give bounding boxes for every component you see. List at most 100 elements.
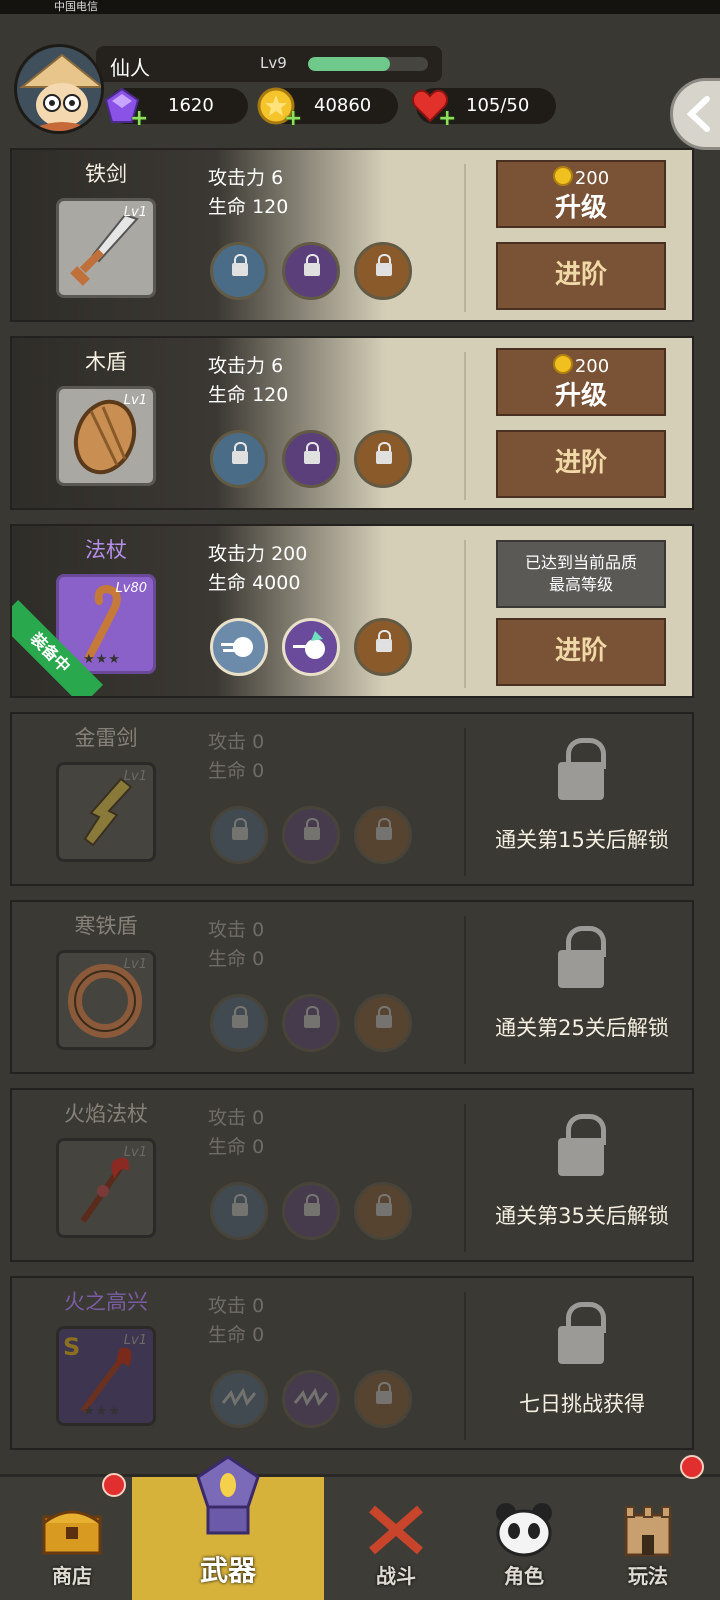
weapon-card-iron-sword[interactable]: 铁剑 Lv1 攻击力 6 生命 120 200 升级 进阶 (10, 148, 694, 322)
skill-slot-3[interactable] (354, 242, 412, 300)
divider (464, 1292, 466, 1440)
player-name: 仙人 (110, 56, 150, 80)
lock-icon (376, 442, 392, 469)
lock-icon (376, 1006, 392, 1033)
hp-label: 生命 (208, 196, 247, 218)
skill-slot-2[interactable] (282, 430, 340, 488)
nav-weapon-label: 武器 (199, 1554, 256, 1587)
hp-label: 生命 (208, 948, 247, 970)
skill-slot-1[interactable] (210, 430, 268, 488)
side-drawer-tab[interactable] (670, 78, 720, 150)
max-level-notice: 已达到当前品质 最高等级 (496, 540, 666, 608)
lock-icon (376, 254, 392, 281)
weapon-level: Lv1 (123, 769, 147, 784)
weapon-level: Lv1 (123, 957, 147, 972)
gems-value: 1620 (168, 95, 214, 116)
weapon-card-iron-ring-shield[interactable]: 寒铁盾 Lv1 攻击 0 生命 0 通关第25关后解锁 (10, 900, 694, 1074)
weapon-icon-box[interactable]: Lv1 (56, 950, 156, 1050)
skill-slot-2 (282, 994, 340, 1052)
lock-icon (376, 1194, 392, 1221)
skill-slot-3[interactable] (354, 430, 412, 488)
upgrade-label: 升级 (554, 381, 607, 411)
skill-slot-2 (282, 806, 340, 864)
weapon-icon-box[interactable]: Lv1 (56, 386, 156, 486)
nav-weapon[interactable]: 武器 (132, 1455, 324, 1600)
skill-slot-2[interactable] (282, 618, 340, 676)
skill-slot-1[interactable] (210, 242, 268, 300)
skill-slots (208, 806, 418, 870)
castle-tower-icon (624, 1506, 672, 1557)
weapon-icon-box[interactable]: Lv1 (56, 198, 156, 298)
weapon-card-fire-staff[interactable]: 火焰法杖 Lv1 攻击 0 生命 0 通关第35关后解锁 (10, 1088, 694, 1262)
coins-plus-icon: + (284, 106, 303, 131)
skill-slot-3[interactable] (354, 618, 412, 676)
player-name-bar: 仙人 Lv9 (96, 46, 442, 82)
weapon-name: 木盾 (85, 350, 127, 374)
skill-slot-2[interactable] (282, 242, 340, 300)
status-bar: 中国电信 (0, 0, 720, 14)
weapon-icon-box[interactable]: Lv1 (56, 1138, 156, 1238)
weapon-level: Lv1 (123, 1145, 147, 1160)
play-notification-dot (680, 1455, 704, 1479)
advance-button[interactable]: 进阶 (496, 618, 666, 686)
advance-button[interactable]: 进阶 (496, 242, 666, 310)
advance-button[interactable]: 进阶 (496, 430, 666, 498)
skill-slot-3 (354, 806, 412, 864)
atk-label: 攻击 (208, 919, 247, 941)
skill-slot-3 (354, 1370, 412, 1428)
upgrade-button[interactable]: 200 升级 (496, 160, 666, 228)
padlock-icon (558, 926, 606, 994)
lock-icon (376, 818, 392, 845)
chevron-left-icon (686, 96, 710, 132)
avatar-icon (17, 47, 101, 131)
xp-bar (308, 57, 428, 71)
gems-counter[interactable]: + 1620 (104, 87, 248, 130)
skill-slot-2 (282, 1182, 340, 1240)
stamina-plus-icon: + (438, 106, 457, 131)
nav-role[interactable]: 角色 (452, 1477, 596, 1600)
weapon-stats: 攻击 0 生命 0 (208, 1292, 264, 1350)
atk-value: 6 (271, 167, 284, 189)
lock-icon (232, 254, 248, 281)
shop-notification-dot (102, 1473, 126, 1497)
lock-icon (304, 1194, 320, 1221)
lightning-skill-icon (221, 1387, 257, 1407)
atk-value: 0 (252, 1295, 265, 1317)
weapon-icon-box[interactable]: Lv1 (56, 762, 156, 862)
padlock-icon (558, 1114, 606, 1182)
skill-slot-1[interactable] (210, 618, 268, 676)
weapon-card-fire-sword[interactable]: 火之高兴 S Lv1 ★★★ 攻击 0 生命 0 七日挑战获得 (10, 1276, 694, 1450)
lock-icon (304, 442, 320, 469)
hp-label: 生命 (208, 384, 247, 406)
coins-counter[interactable]: + 40860 (257, 87, 398, 130)
max-level-text-1: 已达到当前品质 (524, 553, 637, 572)
atk-value: 0 (252, 731, 265, 753)
weapon-level: Lv1 (123, 1333, 147, 1348)
atk-value: 0 (252, 1107, 265, 1129)
player-level: Lv9 (260, 54, 287, 72)
upgrade-button[interactable]: 200 升级 (496, 348, 666, 416)
weapon-level: Lv1 (123, 393, 147, 408)
bottom-nav: 商店 武器 战斗 角色 玩法 (0, 1455, 720, 1600)
weapon-card-thunder-sword[interactable]: 金雷剑 Lv1 攻击 0 生命 0 通关第15关后解锁 (10, 712, 694, 886)
atk-label: 攻击 (208, 1107, 247, 1129)
padlock-icon (558, 1302, 606, 1370)
avatar[interactable] (14, 44, 104, 134)
divider (464, 540, 466, 688)
nav-play[interactable]: 玩法 (576, 1477, 720, 1600)
weapon-icon-box[interactable]: S Lv1 ★★★ (56, 1326, 156, 1426)
weapon-card-staff[interactable]: 法杖 Lv80 ★★★ 装备中 攻击力 200 生命 4000 已达到当前品质 … (10, 524, 694, 698)
atk-value: 0 (252, 919, 265, 941)
star-rating: ★★★ (83, 652, 121, 667)
hp-label: 生命 (208, 1136, 247, 1158)
nav-shop[interactable]: 商店 (0, 1477, 144, 1600)
nav-battle[interactable]: 战斗 (324, 1477, 468, 1600)
weapon-stats: 攻击 0 生命 0 (208, 728, 264, 786)
lock-icon (232, 1194, 248, 1221)
stamina-counter[interactable]: + 105/50 (411, 88, 556, 130)
hp-value: 0 (252, 1136, 265, 1158)
skill-slot-2 (282, 1370, 340, 1428)
weapon-card-wooden-shield[interactable]: 木盾 Lv1 攻击力 6 生命 120 200 升级 进阶 (10, 336, 694, 510)
skill-slot-1 (210, 1182, 268, 1240)
weapon-name: 火之高兴 (64, 1290, 148, 1314)
